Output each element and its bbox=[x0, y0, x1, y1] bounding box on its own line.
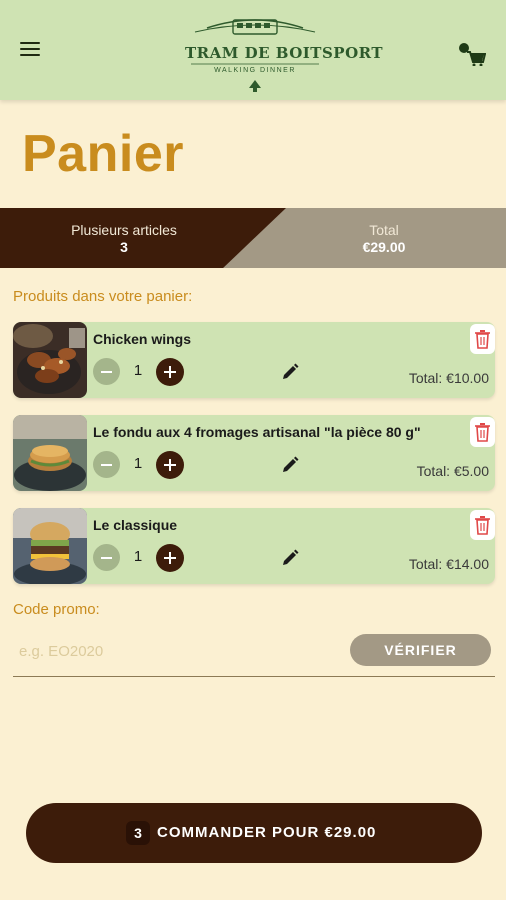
pencil-icon[interactable] bbox=[280, 548, 300, 568]
verify-promo-button[interactable]: VÉRIFIER bbox=[350, 634, 491, 666]
brand-logo[interactable]: TRAM DE BOITSPORT WALKING DINNER bbox=[185, 14, 383, 94]
app-header: TRAM DE BOITSPORT WALKING DINNER bbox=[0, 0, 506, 100]
promo-input-underline bbox=[13, 676, 495, 677]
quantity-value: 1 bbox=[133, 548, 143, 565]
cart-summary-banner: Plusieurs articles 3 Total €29.00 bbox=[0, 208, 506, 268]
trash-icon[interactable] bbox=[470, 417, 495, 447]
trash-icon[interactable] bbox=[470, 510, 495, 540]
pencil-icon[interactable] bbox=[280, 455, 300, 475]
promo-code-label: Code promo: bbox=[13, 601, 100, 618]
products-section-label: Produits dans votre panier: bbox=[13, 288, 193, 305]
increase-quantity-button[interactable] bbox=[156, 451, 184, 479]
cart-item: Chicken wings 1 Total: €10.00 bbox=[13, 322, 495, 398]
order-item-count-badge: 3 bbox=[126, 821, 150, 845]
total-label: Total bbox=[369, 222, 399, 238]
decrease-quantity-button[interactable] bbox=[93, 358, 120, 385]
product-total: Total: €10.00 bbox=[408, 370, 489, 386]
increase-quantity-button[interactable] bbox=[156, 544, 184, 572]
logo-subtitle: WALKING DINNER bbox=[214, 67, 296, 74]
product-total: Total: €14.00 bbox=[408, 556, 489, 572]
logo-title: TRAM DE BOITSPORT bbox=[185, 44, 383, 62]
checkout-order-button[interactable]: 3 COMMANDER POUR €29.00 bbox=[26, 803, 482, 863]
product-name: Chicken wings bbox=[93, 331, 192, 347]
cart-item: Le fondu aux 4 fromages artisanal "la pi… bbox=[13, 415, 495, 491]
items-label: Plusieurs articles bbox=[71, 222, 177, 238]
order-button-label: COMMANDER POUR €29.00 bbox=[157, 824, 377, 841]
trash-icon[interactable] bbox=[470, 324, 495, 354]
decrease-quantity-button[interactable] bbox=[93, 544, 120, 571]
product-image[interactable] bbox=[13, 508, 87, 584]
total-value: €29.00 bbox=[362, 239, 406, 255]
product-image[interactable] bbox=[13, 415, 87, 491]
decrease-quantity-button[interactable] bbox=[93, 451, 120, 478]
page-title: Panier bbox=[22, 125, 184, 183]
promo-code-input[interactable] bbox=[13, 634, 333, 668]
product-name: Le fondu aux 4 fromages artisanal "la pi… bbox=[93, 424, 421, 440]
quantity-value: 1 bbox=[133, 362, 143, 379]
quantity-value: 1 bbox=[133, 455, 143, 472]
cart-icon[interactable] bbox=[456, 40, 487, 67]
cart-item: Le classique 1 Total: €14.00 bbox=[13, 508, 495, 584]
hamburger-menu-icon[interactable] bbox=[20, 42, 40, 60]
pencil-icon[interactable] bbox=[280, 362, 300, 382]
product-image[interactable] bbox=[13, 322, 87, 398]
product-name: Le classique bbox=[93, 517, 178, 533]
increase-quantity-button[interactable] bbox=[156, 358, 184, 386]
product-total: Total: €5.00 bbox=[416, 463, 489, 479]
items-count: 3 bbox=[120, 239, 128, 255]
